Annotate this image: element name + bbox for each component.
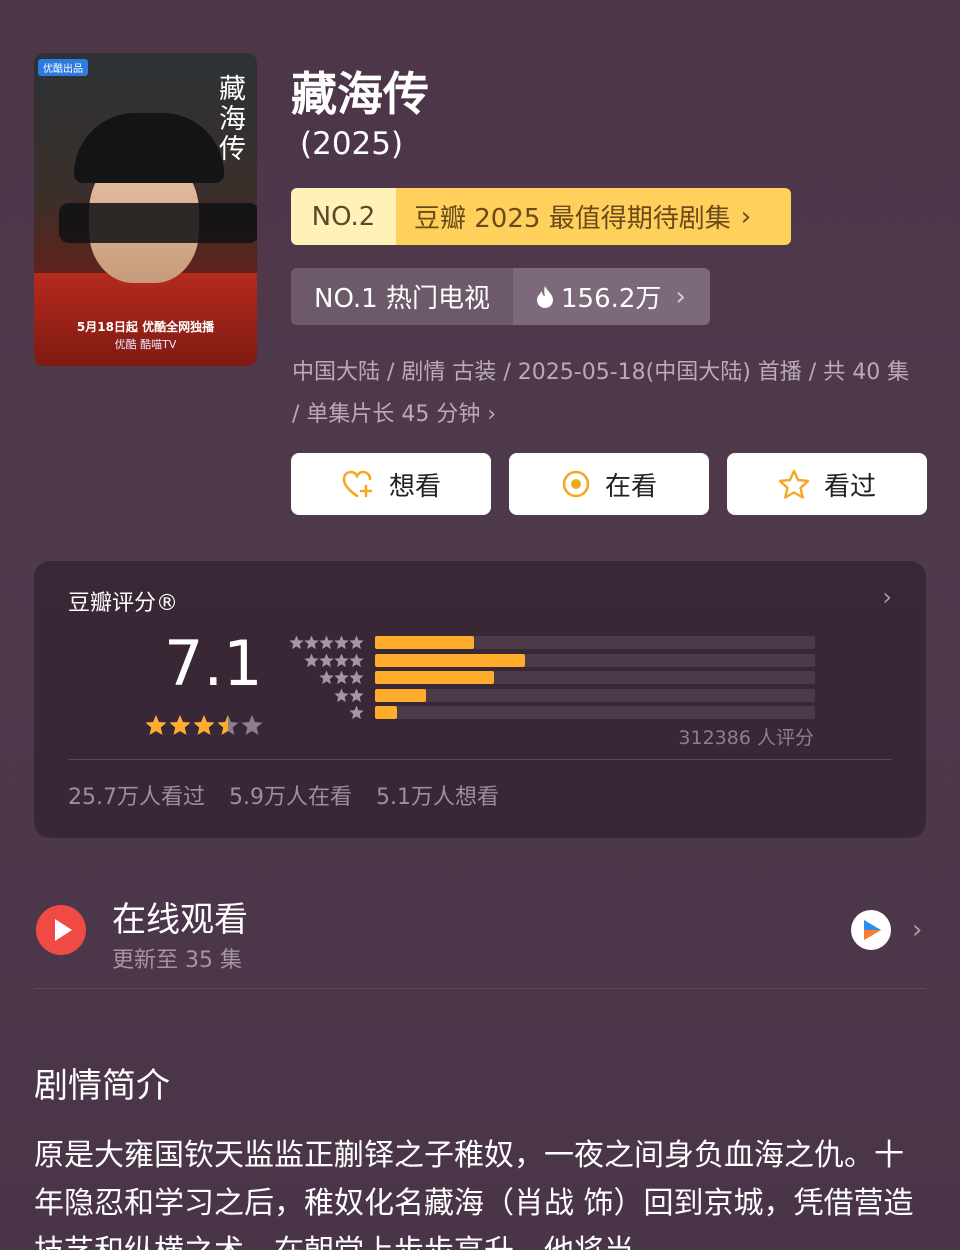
star-level-2 (284, 688, 364, 706)
rating-bar-fill (375, 688, 426, 702)
watching-label: 在看 (604, 471, 657, 502)
poster-vertical-title: 藏海传 (219, 74, 246, 165)
rating-bar-3-star (375, 671, 815, 684)
watching-count: 5.9万人在看 (229, 785, 352, 810)
watching-button[interactable]: 在看 (509, 453, 709, 515)
hot-rank-label: NO.1 热门电视 (291, 268, 513, 325)
section-divider (34, 988, 926, 989)
flame-icon (537, 285, 553, 308)
card-divider (68, 759, 892, 760)
rank-badge-hot[interactable]: NO.1 热门电视 156.2万 › (291, 268, 710, 325)
chevron-right-icon: › (740, 201, 752, 232)
poster-platforms: 优酷 酷喵TV (114, 338, 177, 351)
poster-image[interactable]: 优酷出品 藏海传 5月18日起 优酷全网独播 优酷 酷喵TV (34, 53, 257, 366)
online-watch-title[interactable]: 在线观看 (112, 892, 248, 941)
rating-bar-fill (375, 706, 397, 719)
chevron-right-icon: › (675, 281, 686, 312)
star-level-labels (284, 635, 364, 723)
want-count: 5.1万人想看 (376, 785, 499, 810)
star-level-3 (284, 670, 364, 688)
rating-bar-4-star (375, 653, 815, 667)
rating-bar-2-star (375, 688, 815, 702)
rating-bar-fill (375, 653, 525, 667)
youku-logo-icon[interactable] (851, 910, 891, 950)
heat-value: 156.2万 › (513, 268, 710, 325)
show-metadata[interactable]: 中国大陆 / 剧情 古装 / 2025-05-18(中国大陆) 首播 / 共 4… (292, 352, 912, 436)
poster-hat (74, 113, 224, 183)
episode-update: 更新至 35 集 (112, 948, 242, 973)
star-filled (193, 715, 215, 735)
poster-tagline: 5月18日起 优酷全网独播 (76, 320, 215, 334)
poster-hat-brim (59, 203, 257, 243)
page-title: 藏海传 (291, 67, 429, 121)
release-year: (2025) (300, 126, 404, 162)
rating-bar-5-star (375, 636, 815, 649)
want-to-watch-button[interactable]: 想看 (291, 453, 491, 515)
chevron-right-icon: › (882, 583, 892, 611)
synopsis-text: 原是大雍国钦天监监正蒯铎之子稚奴，一夜之间身负血海之仇。十年隐忍和学习之后，稚奴… (34, 1138, 914, 1250)
rank-description-text: 豆瓣 2025 最值得期待剧集 (414, 204, 731, 234)
watched-count: 25.7万人看过 (68, 785, 205, 810)
star-filled (145, 715, 167, 735)
star-outline-icon (778, 469, 810, 499)
rank-badge-expected[interactable]: NO.2 豆瓣 2025 最值得期待剧集 › (291, 188, 791, 245)
star-level-1 (284, 705, 364, 723)
heat-number: 156.2万 (561, 284, 662, 314)
target-icon (562, 470, 590, 498)
rating-stars (145, 715, 263, 735)
watched-label: 看过 (823, 471, 876, 502)
play-icon[interactable] (36, 905, 86, 955)
rating-bar-1-star (375, 706, 815, 719)
rating-label: 豆瓣评分® (68, 591, 179, 616)
star-level-4 (284, 653, 364, 671)
synopsis-heading: 剧情简介 (34, 1066, 170, 1106)
want-label: 想看 (388, 471, 441, 502)
poster-badge: 优酷出品 (38, 59, 88, 76)
heart-plus-icon (342, 470, 373, 498)
watch-stats: 25.7万人看过 5.9万人在看 5.1万人想看 (68, 779, 499, 811)
rating-bar-fill (375, 636, 474, 649)
rating-score: 7.1 (164, 627, 263, 700)
rank-description: 豆瓣 2025 最值得期待剧集 › (396, 188, 791, 245)
watched-button[interactable]: 看过 (727, 453, 927, 515)
rank-number: NO.2 (291, 188, 396, 245)
rating-distribution (375, 636, 815, 724)
vote-count: 312386 人评分 (678, 727, 814, 749)
star-empty (241, 715, 263, 735)
star-level-5 (284, 635, 364, 653)
rating-bar-fill (375, 671, 494, 684)
rating-card[interactable]: 豆瓣评分® › 7.1 312386 人评分 25.7万人看过 5.9万人在看 … (34, 561, 926, 838)
chevron-right-icon[interactable]: › (912, 915, 922, 945)
star-filled (169, 715, 191, 735)
